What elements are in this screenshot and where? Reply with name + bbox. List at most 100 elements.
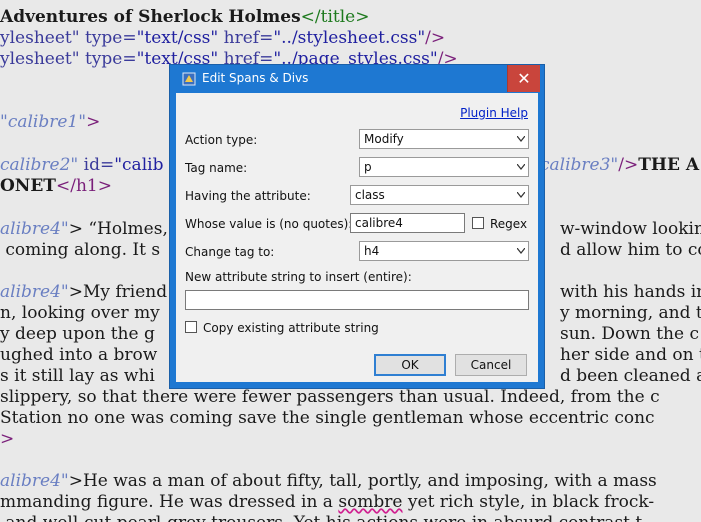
edit-spans-divs-dialog: Edit Spans & Divs ✕ Plugin Help Action t… xyxy=(169,64,545,389)
chevron-down-icon xyxy=(517,248,525,254)
code-tag: > xyxy=(86,112,101,132)
plugin-icon xyxy=(182,72,196,86)
code-line: mmanding figure. He was dressed in a som… xyxy=(0,492,654,513)
code-line: alibre4">He was a man of about fifty, ta… xyxy=(0,471,657,492)
action-type-value: Modify xyxy=(364,132,404,146)
change-tag-value: h4 xyxy=(364,244,380,258)
new-attribute-label: New attribute string to insert (entire): xyxy=(185,270,412,284)
code-value: alibre4" xyxy=(0,471,69,491)
code-text-misspelled: sombre xyxy=(338,492,403,512)
code-text: yet rich style, in black frock- xyxy=(402,492,655,512)
code-text: coming along. It s xyxy=(0,240,161,260)
code-line: > xyxy=(0,429,14,450)
code-line: alibre4">My friend xyxy=(0,282,167,303)
dialog-titlebar[interactable]: Edit Spans & Divs ✕ xyxy=(170,65,544,93)
code-line: w-window lookin xyxy=(560,219,701,240)
code-text: s it still lay as whi xyxy=(0,366,155,386)
code-line: calibre3"/>THE A xyxy=(540,155,699,176)
chevron-down-icon xyxy=(517,136,525,142)
code-attr: id= xyxy=(78,155,115,175)
code-string: "text/css" xyxy=(136,28,219,48)
code-string: "../stylesheet.css" xyxy=(273,28,426,48)
code-attr: href= xyxy=(218,28,274,48)
code-text: mmanding figure. He was dressed in a xyxy=(0,492,339,512)
code-line: ONET</h1> xyxy=(0,176,112,197)
ok-button[interactable]: OK xyxy=(374,354,446,376)
code-line: and well-cut pearl-grey trousers. Yet hi… xyxy=(0,513,642,522)
code-text: y morning, and t xyxy=(560,303,701,323)
code-line: s it still lay as whi xyxy=(0,366,155,387)
code-line: n, looking over my xyxy=(0,303,160,324)
having-attribute-select[interactable]: class xyxy=(350,185,529,205)
code-value: calibre3" xyxy=(540,155,619,175)
code-line: sun. Down the c xyxy=(560,324,699,345)
code-tag: /> xyxy=(425,28,446,48)
dialog-body: Plugin Help Action type: Modify Tag name… xyxy=(176,93,538,382)
code-text: sun. Down the c xyxy=(560,324,699,344)
copy-existing-label: Copy existing attribute string xyxy=(203,321,379,335)
code-text: her side and on th xyxy=(560,345,701,365)
code-tag: </h1> xyxy=(55,176,112,196)
code-value: alibre4" xyxy=(0,219,69,239)
code-line: y morning, and t xyxy=(560,303,701,324)
cancel-button[interactable]: Cancel xyxy=(455,354,527,376)
chevron-down-icon xyxy=(517,164,525,170)
action-type-select[interactable]: Modify xyxy=(359,129,529,149)
code-text: d been cleaned a xyxy=(560,366,701,386)
tag-name-select[interactable]: p xyxy=(359,157,529,177)
code-text: n, looking over my xyxy=(0,303,160,323)
plugin-help-link[interactable]: Plugin Help xyxy=(460,106,528,120)
code-tag: > xyxy=(0,429,15,449)
code-text: with his hands in xyxy=(560,282,701,302)
code-value: alibre4" xyxy=(0,282,69,302)
chevron-down-icon xyxy=(517,192,525,198)
code-text: y deep upon the g xyxy=(0,324,155,344)
code-text: >My friend xyxy=(68,282,168,302)
code-text: and well-cut pearl-grey trousers. Yet hi… xyxy=(0,513,642,522)
close-button[interactable]: ✕ xyxy=(507,65,540,92)
code-line: with his hands in xyxy=(560,282,701,303)
code-line: d been cleaned a xyxy=(560,366,701,387)
code-tag: /> xyxy=(618,155,639,175)
code-attr: ylesheet" xyxy=(0,28,80,48)
code-text: ONET xyxy=(0,176,56,196)
having-attribute-label: Having the attribute: xyxy=(185,189,311,203)
code-line: Station no one was coming save the singl… xyxy=(0,408,655,429)
code-line: alibre4"> “Holmes, xyxy=(0,219,168,240)
code-tag: </title> xyxy=(300,7,370,27)
code-text: THE A xyxy=(638,155,700,175)
code-text: Adventures of Sherlock Holmes xyxy=(0,7,301,27)
whose-value-label: Whose value is (no quotes): xyxy=(185,217,353,231)
code-value: "calibre1" xyxy=(0,112,87,132)
code-line: ughed into a brow xyxy=(0,345,157,366)
code-line: calibre2" id="calib xyxy=(0,155,163,176)
whose-value-input[interactable]: calibre4 xyxy=(350,213,465,233)
tag-name-label: Tag name: xyxy=(185,161,248,175)
code-line: ylesheet" type="text/css" href="../style… xyxy=(0,28,445,49)
dialog-title: Edit Spans & Divs xyxy=(202,71,309,85)
code-text: Station no one was coming save the singl… xyxy=(0,408,655,428)
new-attribute-input[interactable] xyxy=(185,290,529,310)
code-attr: type= xyxy=(79,49,137,69)
regex-checkbox[interactable] xyxy=(472,217,484,229)
code-attr: type= xyxy=(79,28,137,48)
code-line: coming along. It s xyxy=(0,240,160,261)
code-text: w-window lookin xyxy=(560,219,701,239)
code-value: calibre2" xyxy=(0,155,79,175)
code-text: >He was a man of about fifty, tall, port… xyxy=(68,471,657,491)
code-line: Adventures of Sherlock Holmes</title> xyxy=(0,7,370,28)
code-text: slippery, so that there were fewer passe… xyxy=(0,387,660,407)
code-line: her side and on th xyxy=(560,345,701,366)
change-tag-label: Change tag to: xyxy=(185,245,275,259)
code-line: "calibre1"> xyxy=(0,112,100,133)
code-line: y deep upon the g xyxy=(0,324,155,345)
code-line: d allow him to co xyxy=(560,240,701,261)
copy-existing-checkbox[interactable] xyxy=(185,321,197,333)
code-line: slippery, so that there were fewer passe… xyxy=(0,387,660,408)
action-type-label: Action type: xyxy=(185,133,258,147)
close-icon: ✕ xyxy=(517,69,531,88)
code-text: > “Holmes, xyxy=(68,219,168,239)
change-tag-select[interactable]: h4 xyxy=(359,241,529,261)
code-text: d allow him to co xyxy=(560,240,701,260)
code-string: "calib xyxy=(114,155,164,175)
